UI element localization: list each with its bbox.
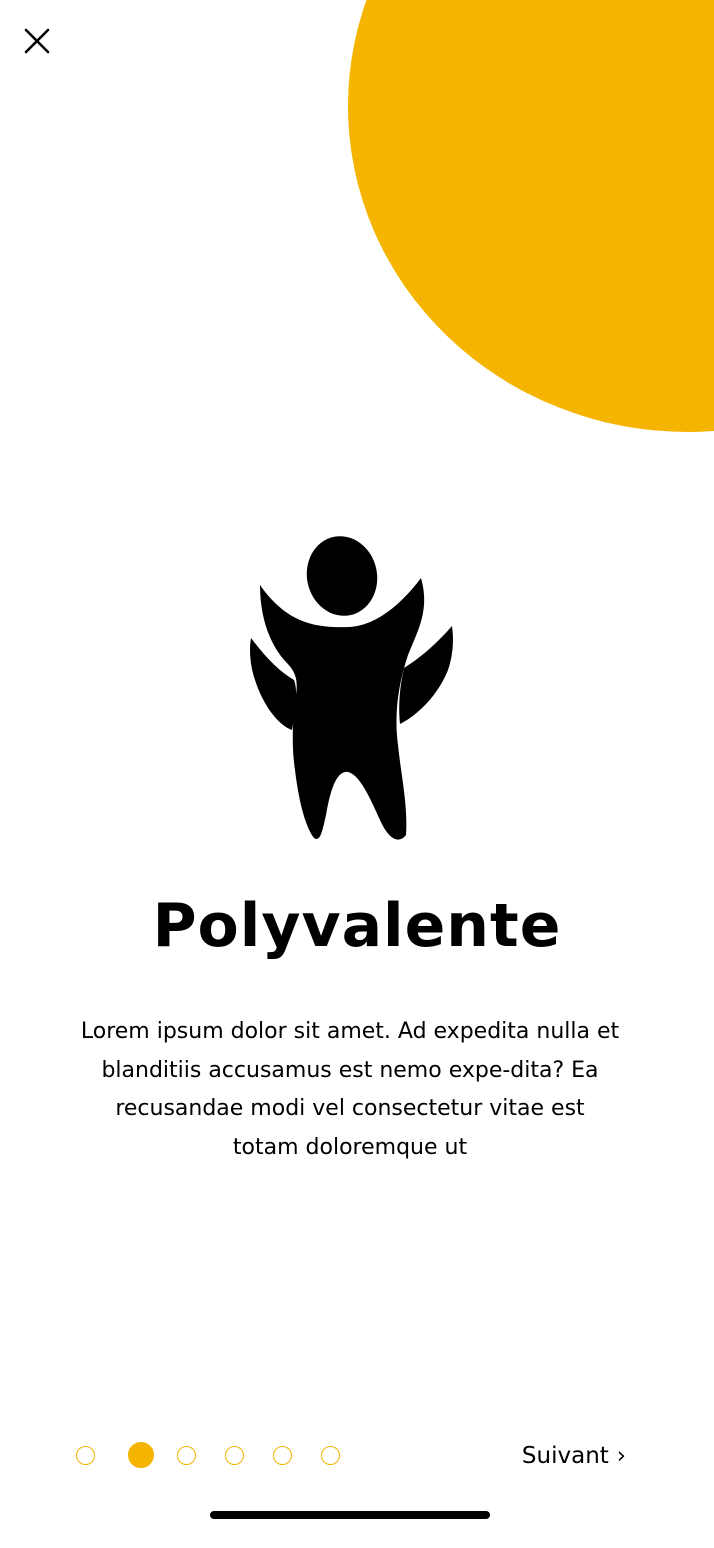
pagination-dot-5[interactable] — [273, 1445, 292, 1465]
description-text: Lorem ipsum dolor sit amet. Ad expedita … — [80, 1019, 620, 1160]
pagination-dot-4[interactable] — [225, 1445, 244, 1465]
pagination-dot-1[interactable] — [76, 1445, 95, 1465]
pagination-dots — [76, 1442, 369, 1468]
onboarding-screen: Polyvalente Lorem ipsum dolor sit amet. … — [0, 0, 714, 1548]
close-icon — [24, 28, 50, 54]
hero-illustration — [238, 530, 468, 850]
close-button[interactable] — [18, 22, 56, 60]
page-title: Polyvalente — [152, 891, 562, 961]
home-indicator[interactable] — [210, 1511, 490, 1519]
next-button[interactable]: Suivant › — [522, 1436, 626, 1476]
pagination-dot-3[interactable] — [177, 1445, 196, 1465]
decorative-circle — [348, 0, 714, 432]
person-cheering-icon — [250, 536, 453, 840]
chevron-right-icon: › — [616, 1443, 626, 1469]
next-button-label: Suivant — [521, 1443, 609, 1469]
pagination-dot-6[interactable] — [321, 1445, 340, 1465]
pagination-dot-2-active[interactable] — [128, 1442, 154, 1468]
